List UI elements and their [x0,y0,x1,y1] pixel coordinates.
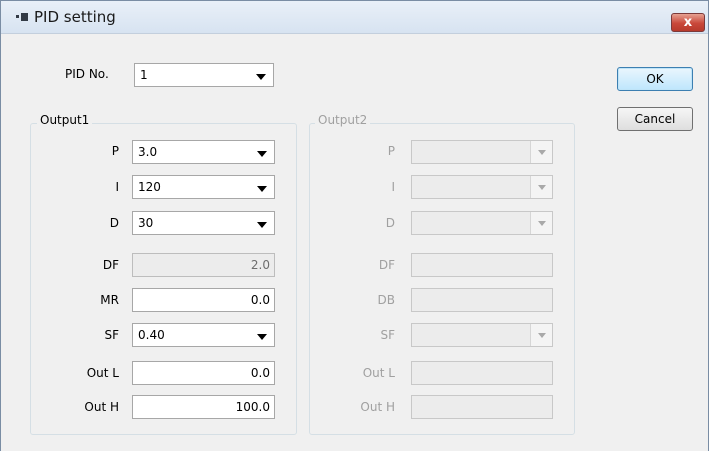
output2-i-select [411,175,553,199]
close-button[interactable]: x [671,13,705,32]
output1-mr-label: MR [100,293,119,307]
output1-sf-select[interactable]: 0.40 [132,323,275,347]
chevron-down-icon [538,333,546,338]
output2-d-select [411,211,553,235]
output1-sf-label: SF [104,328,119,342]
output1-out-l-label: Out L [86,366,119,380]
output2-sf-label: SF [380,328,395,342]
output1-d-label: D [109,216,119,230]
chevron-down-icon [257,186,267,192]
output1-p-label: P [111,144,119,158]
app-icon [16,13,30,21]
close-icon: x [683,15,693,30]
output1-df-label: DF [102,258,119,272]
output2-i-label: I [391,180,395,194]
cancel-button[interactable]: Cancel [617,107,693,131]
chevron-down-icon [257,334,267,340]
output2-title: Output2 [315,113,371,127]
output1-p-value: 3.0 [138,145,158,159]
output2-p-select [411,140,553,164]
output1-d-value: 30 [138,216,154,230]
output1-mr-field[interactable]: 0.0 [132,288,275,312]
output2-out-l-field [411,361,553,385]
chevron-down-icon [256,74,266,80]
chevron-down-icon [538,150,546,155]
pid-no-select[interactable]: 1 [134,63,274,87]
output1-out-l-field[interactable]: 0.0 [132,361,275,385]
output1-i-value: 120 [138,180,161,194]
output1-out-h-label: Out H [84,400,119,414]
output1-i-select[interactable]: 120 [132,175,275,199]
chevron-down-icon [538,185,546,190]
output1-out-h-field[interactable]: 100.0 [132,395,275,419]
output2-p-label: P [387,144,395,158]
chevron-down-icon [257,151,267,157]
title-bar[interactable]: PID setting x [1,1,708,34]
pid-setting-dialog: PID setting x PID No. 1 OK Cancel Output… [0,0,709,451]
chevron-down-icon [257,222,267,228]
output2-sf-select [411,323,553,347]
output2-db-field [411,288,553,312]
output2-group [309,123,575,435]
output2-df-label: DF [378,258,395,272]
output1-sf-value: 0.40 [138,328,165,342]
pid-no-label: PID No. [65,67,109,81]
output2-out-l-label: Out L [362,366,395,380]
output1-p-select[interactable]: 3.0 [132,140,275,164]
output2-out-h-label: Out H [360,400,395,414]
output2-out-h-field [411,395,553,419]
output2-db-label: DB [377,293,395,307]
pid-no-value: 1 [140,68,148,82]
output1-i-label: I [115,180,119,194]
chevron-down-icon [538,221,546,226]
output2-d-label: D [385,216,395,230]
output1-d-select[interactable]: 30 [132,211,275,235]
output1-group [30,123,297,435]
ok-button[interactable]: OK [617,67,693,91]
output2-df-field [411,253,553,277]
output1-title: Output1 [37,113,93,127]
window-title: PID setting [34,8,116,26]
output1-df-field: 2.0 [132,253,275,277]
